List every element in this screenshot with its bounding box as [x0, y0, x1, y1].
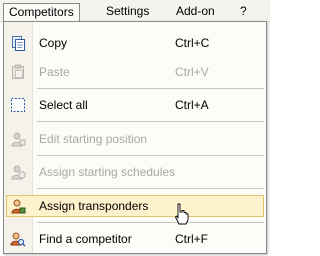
menu-item-edit-starting-position[interactable]: Edit starting position: [6, 128, 264, 150]
copy-icon: [12, 36, 25, 51]
menu-item-label: Select all: [39, 98, 88, 112]
menu-item-shortcut: Ctrl+C: [175, 36, 210, 50]
menu-bar: Competitors Settings Add-on ?: [0, 0, 270, 22]
menu-item-shortcut: Ctrl+A: [175, 98, 209, 112]
menu-add-on[interactable]: Add-on: [171, 3, 220, 21]
menu-separator: [37, 222, 264, 223]
menu-separator: [37, 155, 264, 156]
menu-item-select-all[interactable]: Select all Ctrl+A: [6, 94, 264, 116]
assign-transponders-icon: [11, 199, 26, 214]
menu-item-label: Find a competitor: [39, 232, 132, 246]
menu-item-shortcut: Ctrl+V: [175, 65, 209, 79]
competitors-dropdown-menu: Copy Ctrl+C Paste Ctrl+V Select all Ctrl…: [3, 21, 267, 254]
hand-pointer-cursor-icon: [175, 203, 189, 225]
menu-item-assign-transponders[interactable]: Assign transponders: [6, 195, 264, 217]
menu-item-find-a-competitor[interactable]: Find a competitor Ctrl+F: [6, 228, 264, 250]
menu-item-label: Copy: [39, 36, 68, 50]
menu-help[interactable]: ?: [235, 3, 252, 21]
assign-starting-schedules-icon: [11, 165, 26, 180]
paste-icon: [12, 64, 24, 79]
menu-separator: [37, 121, 264, 122]
menu-item-label: Assign transponders: [39, 199, 149, 213]
menu-item-label: Paste: [39, 65, 70, 79]
select-all-icon: [11, 98, 25, 112]
edit-starting-position-icon: [11, 132, 26, 147]
menu-item-shortcut: Ctrl+F: [175, 232, 208, 246]
menu-separator: [37, 188, 264, 189]
menu-settings[interactable]: Settings: [101, 3, 154, 21]
menu-item-copy[interactable]: Copy Ctrl+C: [6, 32, 264, 54]
menu-item-label: Edit starting position: [39, 132, 148, 146]
find-competitor-icon: [10, 232, 26, 247]
menu-competitors[interactable]: Competitors: [3, 3, 80, 21]
menu-item-paste[interactable]: Paste Ctrl+V: [6, 61, 264, 83]
menu-item-label: Assign starting schedules: [39, 165, 176, 179]
menu-separator: [37, 88, 264, 89]
menu-item-assign-starting-schedules[interactable]: Assign starting schedules: [6, 161, 264, 183]
